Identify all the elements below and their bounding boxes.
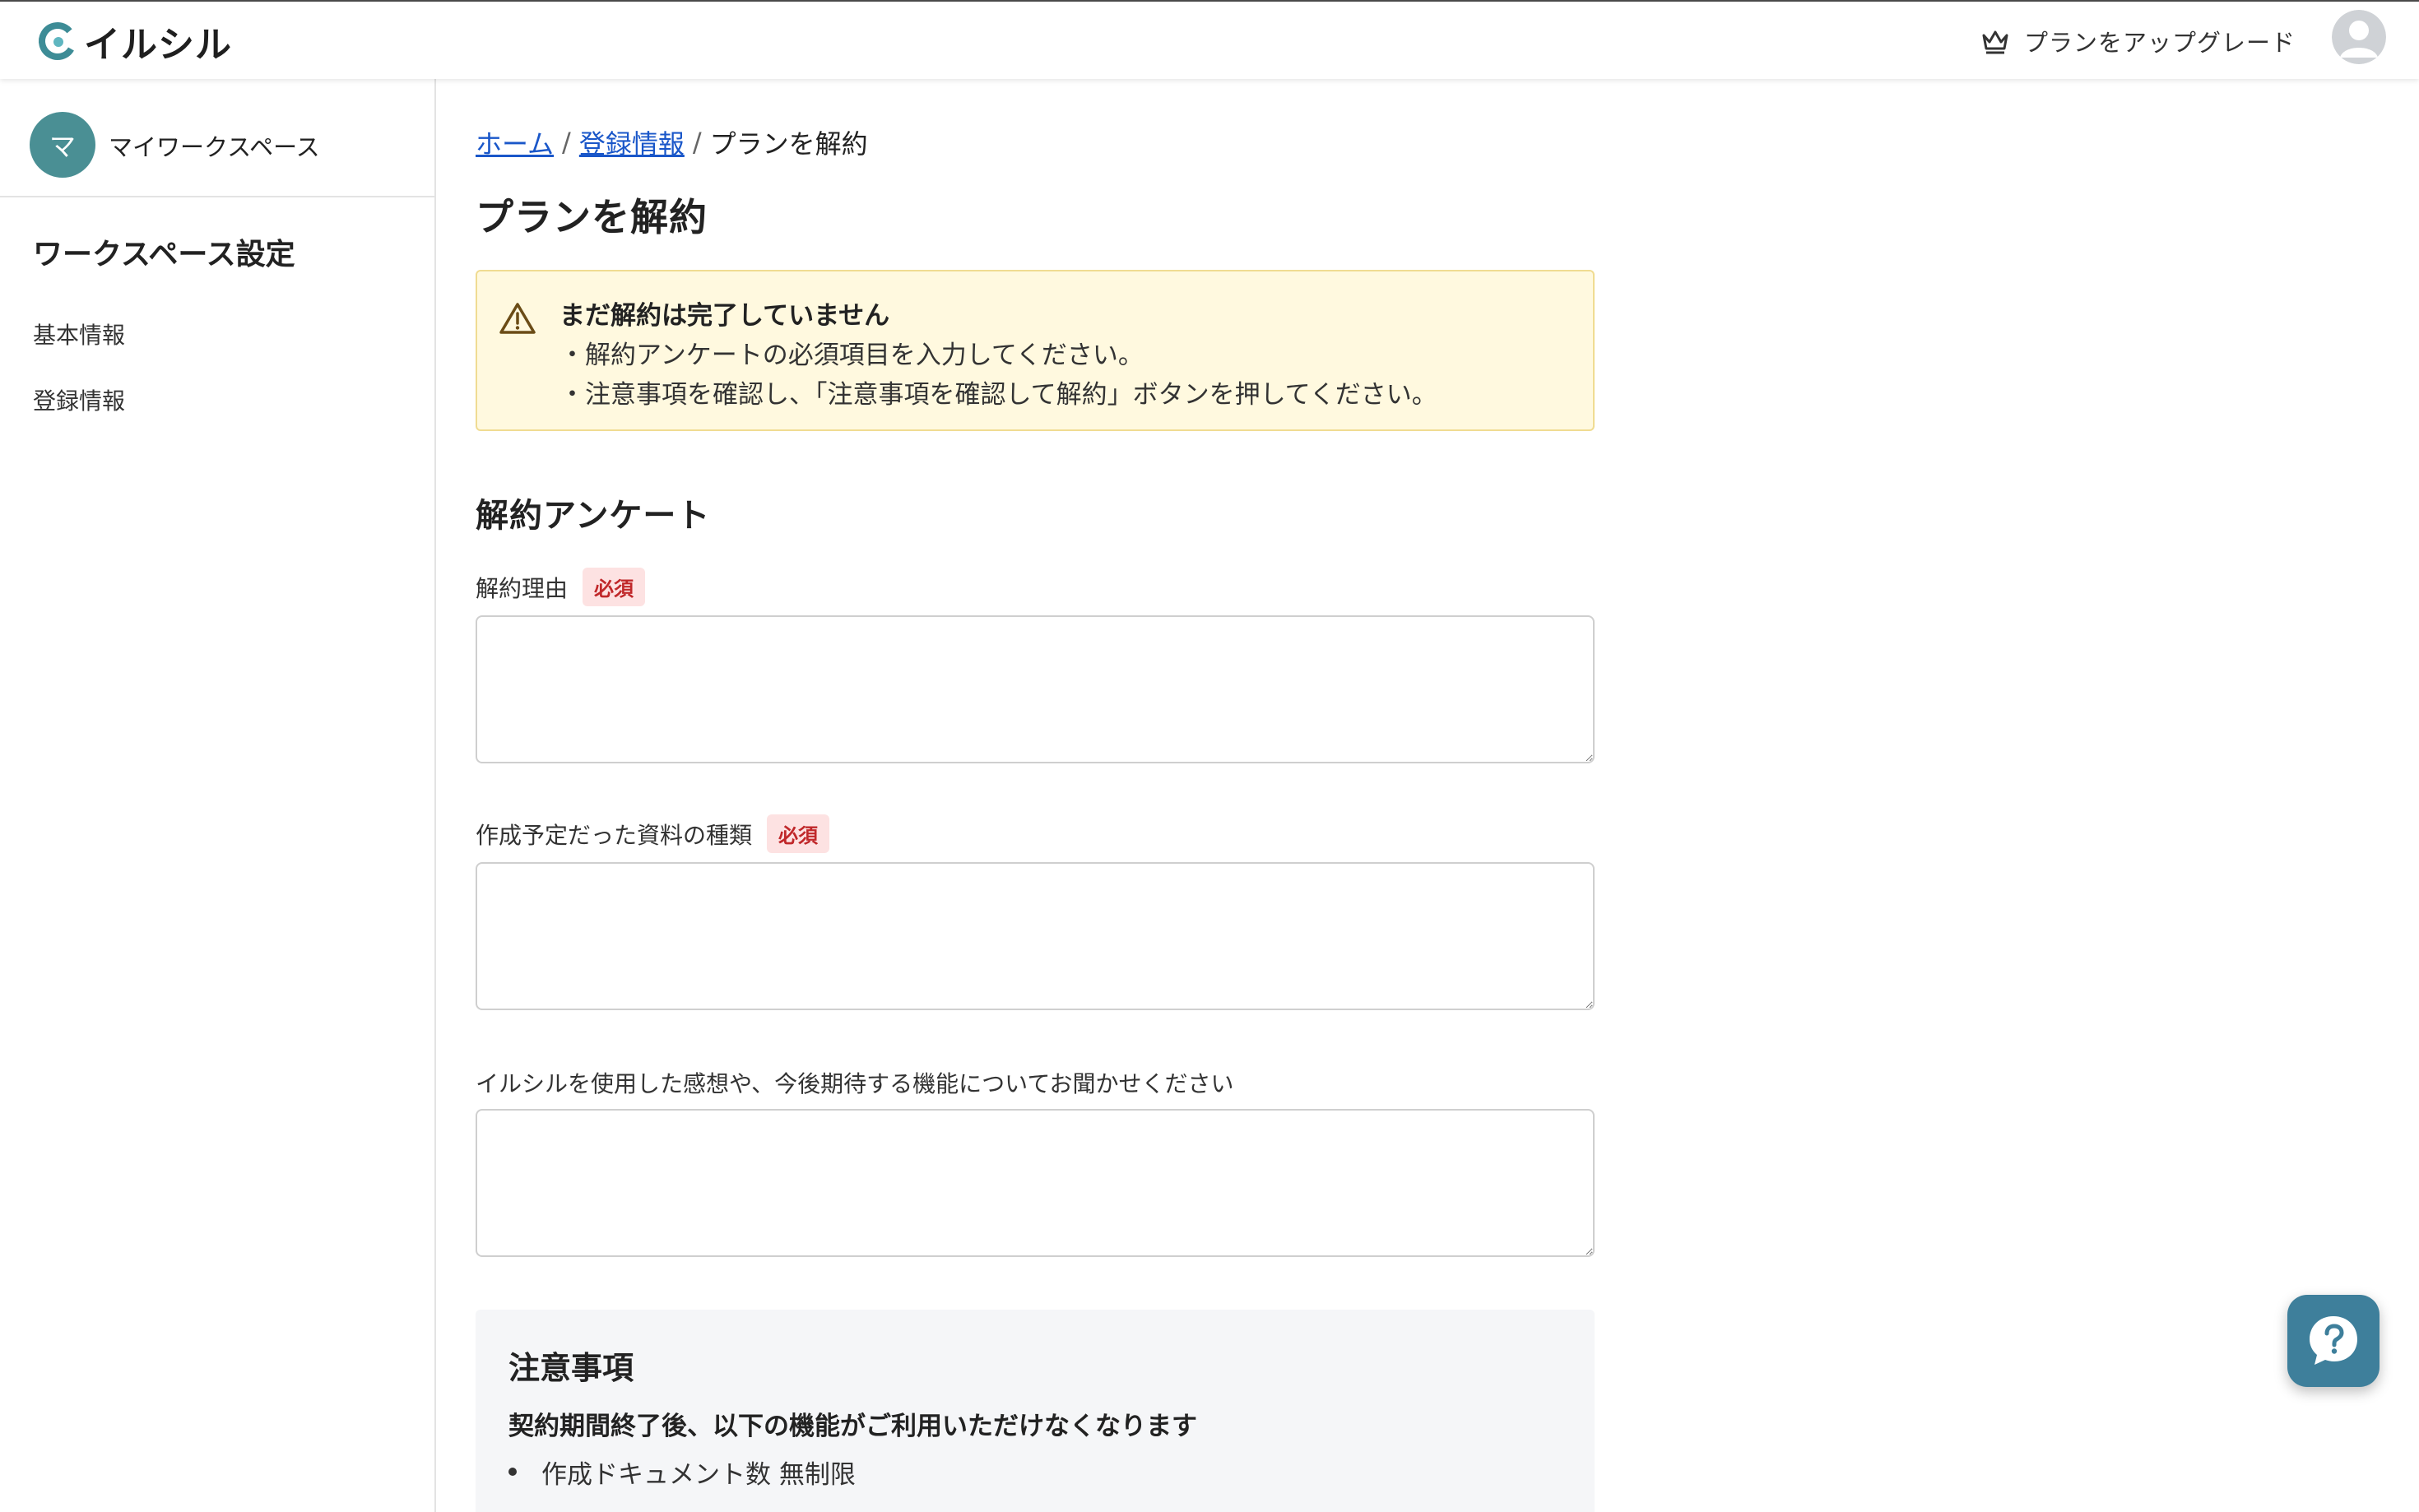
sidebar-section-title: ワークスペース設定 <box>33 238 295 271</box>
crown-icon <box>1982 30 2008 54</box>
user-avatar-icon <box>2332 10 2386 64</box>
notice-panel: 注意事項 契約期間終了後、以下の機能がご利用いただけなくなります 作成ドキュメン… <box>476 1310 1595 1512</box>
document-type-label: 作成予定だった資料の種類 必須 <box>476 814 830 853</box>
app-logo[interactable]: イルシル <box>36 18 232 66</box>
incomplete-cancellation-alert: まだ解約は完了していません ・解約アンケートの必須項目を入力してください。 ・注… <box>476 270 1595 431</box>
upgrade-plan-label: プランをアップグレード <box>2024 29 2296 57</box>
survey-section-title: 解約アンケート <box>476 497 711 535</box>
warning-triangle-icon <box>499 303 536 334</box>
ilsil-logo-icon <box>39 21 77 60</box>
feedback-label: イルシルを使用した感想や、今後期待する機能についてお聞かせください <box>476 1066 1233 1099</box>
alert-line: ・注意事項を確認し、「注意事項を確認して解約」ボタンを押してください。 <box>559 380 1437 410</box>
breadcrumb-separator: / <box>562 127 571 158</box>
breadcrumb: ホーム / 登録情報 / プランを解約 <box>476 123 868 161</box>
field-label-text: 作成予定だった資料の種類 <box>476 821 753 849</box>
breadcrumb-registration-link[interactable]: 登録情報 <box>579 123 685 161</box>
feedback-textarea[interactable] <box>476 1109 1595 1257</box>
alert-line: ・解約アンケートの必須項目を入力してください。 <box>559 341 1144 370</box>
list-item: 作成ドキュメント数 無制限 <box>508 1453 856 1491</box>
cancel-reason-label: 解約理由 必須 <box>476 568 646 606</box>
page-title: プランを解約 <box>476 195 708 239</box>
required-badge: 必須 <box>767 814 830 853</box>
sidebar: マ マイワークスペース ワークスペース設定 基本情報 登録情報 <box>0 79 436 1512</box>
breadcrumb-separator: / <box>692 127 702 158</box>
workspace-name: マイワークスペース <box>109 133 320 161</box>
user-avatar[interactable] <box>2332 10 2386 64</box>
required-badge: 必須 <box>583 568 646 606</box>
cancel-reason-textarea[interactable] <box>476 615 1595 763</box>
sidebar-item-registration-info[interactable]: 登録情報 <box>33 383 125 416</box>
sidebar-item-basic-info[interactable]: 基本情報 <box>33 318 125 350</box>
notice-subtitle: 契約期間終了後、以下の機能がご利用いただけなくなります <box>508 1412 1197 1441</box>
field-label-text: 解約理由 <box>476 574 569 602</box>
top-header: イルシル プランをアップグレード <box>0 0 2419 79</box>
notice-list: 作成ドキュメント数 無制限 <box>508 1453 856 1491</box>
app-root: イルシル プランをアップグレード マ マイワークスペース ワークスペース設定 基… <box>0 0 2419 1512</box>
workspace-switcher[interactable]: マ マイワークスペース <box>0 79 434 197</box>
main-content: ホーム / 登録情報 / プランを解約 プランを解約 まだ解約は完了していません… <box>438 79 2419 1512</box>
help-button[interactable] <box>2287 1295 2380 1387</box>
breadcrumb-home-link[interactable]: ホーム <box>476 123 554 161</box>
list-item-text: 作成ドキュメント数 無制限 <box>541 1459 856 1490</box>
notice-title: 注意事項 <box>508 1350 634 1386</box>
question-bubble-icon <box>2310 1316 2357 1365</box>
alert-title: まだ解約は完了していません <box>559 301 890 331</box>
bullet-icon <box>508 1468 517 1476</box>
app-name: イルシル <box>84 24 232 66</box>
workspace-avatar: マ <box>30 112 95 178</box>
document-type-textarea[interactable] <box>476 862 1595 1010</box>
upgrade-plan-link[interactable]: プランをアップグレード <box>1980 21 2296 61</box>
breadcrumb-current: プランを解約 <box>709 128 868 160</box>
field-label-text: イルシルを使用した感想や、今後期待する機能についてお聞かせください <box>476 1070 1234 1097</box>
